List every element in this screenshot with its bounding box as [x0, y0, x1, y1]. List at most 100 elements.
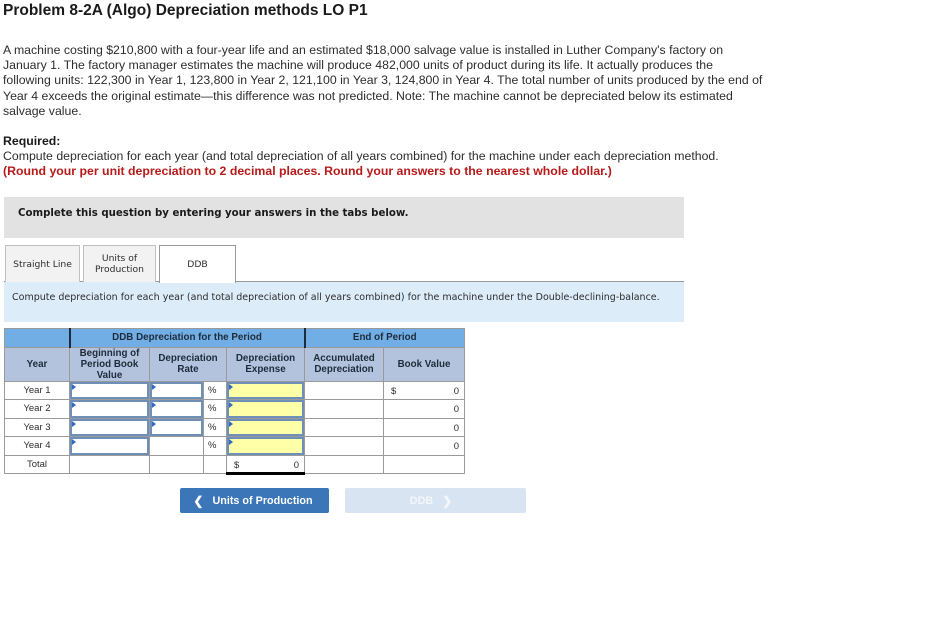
col-header-expense: Depreciation Expense — [226, 346, 305, 382]
col-header-rate: Depreciation Rate — [149, 346, 227, 382]
tab-label: Units of Production — [95, 253, 144, 275]
tab-label-line1: Units of — [101, 253, 138, 264]
table-row: Year 1 % $0 — [4, 380, 465, 400]
group-header-row: DDB Depreciation for the Period End of P… — [4, 328, 465, 348]
tab-label: Straight Line — [13, 258, 72, 270]
table-row: Year 4 % 0 — [4, 436, 465, 456]
percent-sign: % — [203, 436, 227, 456]
chevron-left-icon: ❮ — [193, 493, 204, 508]
tab-ddb[interactable]: DDB — [159, 245, 236, 283]
rate-cell — [149, 399, 204, 419]
prev-tab-button[interactable]: ❮ Units of Production — [180, 488, 329, 513]
chevron-right-icon: ❯ — [442, 493, 453, 508]
col-header-line: Depreciation — [235, 353, 296, 364]
rate-input[interactable] — [150, 418, 203, 436]
total-empty-cell — [203, 454, 227, 474]
book-value-cell: $0 — [383, 380, 465, 400]
tab-label-line2: Production — [95, 264, 144, 275]
next-tab-button[interactable]: DDB ❯ — [345, 488, 526, 513]
rate-cell — [149, 417, 204, 437]
col-header-line: Depreciation — [158, 353, 218, 364]
group-header-period: DDB Depreciation for the Period — [68, 328, 305, 348]
col-header-line: Value — [96, 369, 123, 381]
rate-cell — [149, 380, 204, 400]
total-empty-cell — [304, 454, 384, 474]
total-empty-cell — [383, 454, 465, 474]
tab-instruction-text: Compute depreciation for each year (and … — [12, 292, 660, 303]
rate-cell-empty — [149, 436, 204, 456]
col-header-line: Rate — [177, 364, 199, 375]
beginning-value-input[interactable] — [70, 400, 149, 418]
accumulated-cell — [304, 399, 384, 419]
table-row: Year 2 % 0 — [4, 399, 465, 419]
year-label: Year 4 — [4, 436, 70, 456]
col-header-line: Expense — [245, 364, 286, 375]
tab-label: DDB — [187, 259, 208, 270]
expense-input[interactable] — [227, 381, 304, 399]
total-empty-cell — [149, 454, 204, 474]
total-expense-value: 0 — [293, 459, 299, 471]
col-header-year: Year — [4, 346, 70, 382]
rate-input[interactable] — [150, 381, 203, 399]
total-row: Total $0 — [4, 454, 465, 475]
book-value-cell: 0 — [383, 436, 465, 456]
accumulated-cell — [304, 436, 384, 456]
currency-symbol: $ — [391, 385, 397, 397]
expense-cell — [226, 380, 305, 400]
next-tab-label: DDB — [409, 494, 434, 507]
problem-description: A machine costing $210,800 with a four-y… — [3, 43, 763, 118]
tab-straight-line[interactable]: Straight Line — [5, 245, 80, 282]
required-text: Compute depreciation for each year (and … — [3, 149, 719, 163]
col-header-line: Beginning of — [79, 347, 140, 359]
instructions-banner: Complete this question by entering your … — [4, 197, 684, 238]
currency-symbol: $ — [234, 459, 240, 471]
beginning-cell — [69, 399, 150, 419]
expense-cell — [226, 399, 305, 419]
tab-instruction-banner: Compute depreciation for each year (and … — [4, 282, 684, 322]
book-value-cell: 0 — [383, 417, 465, 437]
rounding-note: (Round your per unit depreciation to 2 d… — [3, 164, 612, 178]
expense-input[interactable] — [227, 437, 304, 455]
book-value: 0 — [453, 422, 459, 434]
expense-input[interactable] — [227, 418, 304, 436]
tab-units-of-production[interactable]: Units of Production — [83, 245, 156, 282]
col-header-book-value: Book Value — [383, 346, 465, 382]
accumulated-cell — [304, 417, 384, 437]
total-label: Total — [4, 454, 70, 474]
book-value: 0 — [453, 385, 459, 397]
book-value-cell: 0 — [383, 399, 465, 419]
group-header-end: End of Period — [303, 328, 465, 348]
percent-sign: % — [203, 380, 227, 400]
method-tabs: Straight Line Units of Production DDB — [4, 245, 684, 283]
beginning-value-input[interactable] — [70, 381, 149, 399]
expense-cell — [226, 436, 305, 456]
book-value: 0 — [453, 441, 459, 452]
beginning-cell — [69, 380, 150, 400]
instructions-text: Complete this question by entering your … — [18, 208, 409, 219]
problem-title: Problem 8-2A (Algo) Depreciation methods… — [3, 2, 368, 19]
expense-cell — [226, 417, 305, 437]
col-header-line: Period Book — [80, 358, 139, 370]
col-header-accumulated: Accumulated Depreciation — [304, 346, 384, 382]
col-header-line: Depreciation — [314, 364, 374, 375]
table-row: Year 3 % 0 — [4, 417, 465, 437]
year-label: Year 2 — [4, 399, 70, 419]
col-header-line: Accumulated — [313, 353, 375, 364]
percent-sign: % — [203, 417, 227, 437]
total-expense-cell: $0 — [226, 454, 305, 475]
rate-input[interactable] — [150, 400, 203, 418]
ddb-table: DDB Depreciation for the Period End of P… — [4, 328, 465, 475]
group-header-empty — [4, 328, 70, 348]
prev-tab-label: Units of Production — [212, 494, 313, 507]
accumulated-cell — [304, 380, 384, 400]
percent-sign: % — [203, 399, 227, 419]
expense-input[interactable] — [227, 400, 304, 418]
year-label: Year 1 — [4, 380, 70, 400]
required-label: Required: — [3, 134, 61, 148]
beginning-value-input[interactable] — [70, 418, 149, 436]
book-value: 0 — [453, 404, 459, 415]
beginning-cell — [69, 436, 150, 456]
total-empty-cell — [69, 454, 150, 474]
beginning-value-input[interactable] — [70, 437, 149, 455]
column-header-row: Year Beginning of Period Book Value Depr… — [4, 346, 465, 382]
